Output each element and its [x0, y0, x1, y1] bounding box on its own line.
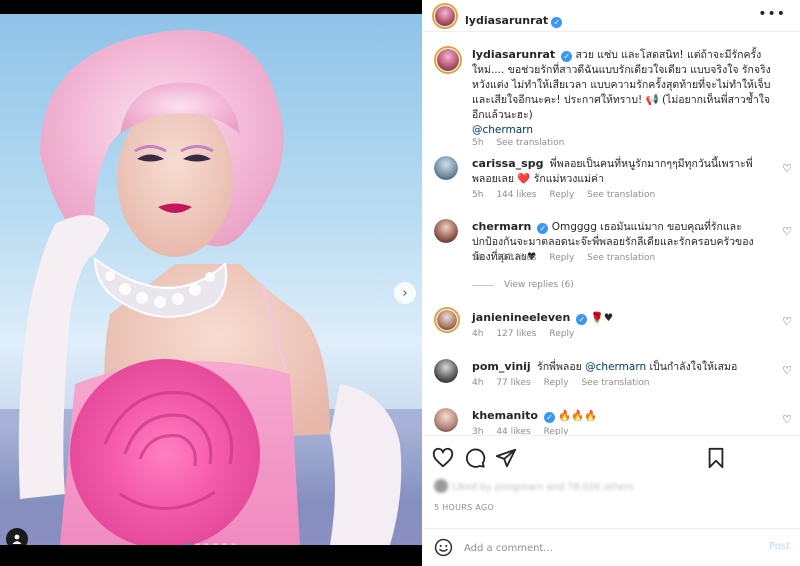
user-tag-button[interactable] — [6, 528, 28, 545]
comment-text: รักพี่พลอย — [537, 361, 582, 373]
comment-meta: 4h 127 likes Reply — [472, 329, 584, 339]
comment-likes[interactable]: 77 likes — [496, 378, 530, 388]
post-media: › — [0, 0, 422, 566]
commenter-avatar[interactable] — [434, 307, 460, 333]
comment-text: 🔥🔥🔥 — [558, 410, 598, 422]
reply-button[interactable]: Reply — [544, 378, 569, 388]
reply-button[interactable]: Reply — [549, 190, 574, 200]
comment-mention-link[interactable]: @chermarn — [585, 361, 646, 373]
view-replies-label: View replies (6) — [504, 280, 574, 290]
comment-likes[interactable]: 44 likes — [496, 427, 530, 435]
likes-summary[interactable]: Liked by pimgmarn and 78,026 others — [434, 479, 634, 493]
post-photo[interactable]: › — [0, 14, 422, 545]
like-comment-button[interactable]: ♡ — [782, 364, 792, 377]
reply-button[interactable]: Reply — [549, 329, 574, 339]
caption-time: 5h — [472, 138, 484, 148]
post-panel: lydiasarunrat ✓ ••• lydiasarunrat ✓ สวย แซ… — [422, 0, 800, 566]
bookmark-icon[interactable] — [705, 447, 727, 469]
like-comment-button[interactable]: ♡ — [782, 225, 792, 238]
more-horizontal-icon: ••• — [758, 6, 786, 22]
post-header: lydiasarunrat ✓ ••• — [422, 0, 800, 32]
verified-badge-icon: ✓ — [561, 51, 573, 62]
comment-meta: 3h 325 likes Reply See translation — [472, 253, 665, 263]
comment-likes[interactable]: 127 likes — [496, 329, 536, 339]
comment-time: 3h — [472, 253, 484, 263]
comment-body: janienineeleven ✓ 🌹♥ — [472, 310, 772, 326]
commenter-avatar[interactable] — [434, 156, 458, 180]
replies-divider-line — [472, 284, 494, 286]
verified-badge-icon: ✓ — [543, 412, 555, 423]
comment-meta: 5h 144 likes Reply See translation — [472, 190, 665, 200]
emoji-icon[interactable] — [434, 538, 453, 557]
portrait-illustration — [0, 30, 422, 545]
heart-icon[interactable] — [432, 447, 454, 469]
see-translation-link[interactable]: See translation — [587, 190, 655, 200]
comment-meta: 4h 77 likes Reply See translation — [472, 378, 659, 388]
heart-outline-icon: ♡ — [782, 315, 792, 328]
heart-outline-icon: ♡ — [782, 413, 792, 426]
comment-text-after: เป็นกำลังใจให้เสมอ — [649, 361, 738, 373]
post-timestamp[interactable]: 5 HOURS AGO — [434, 503, 494, 512]
chevron-right-icon: › — [402, 285, 408, 301]
caption-avatar[interactable] — [434, 46, 462, 74]
comment-username[interactable]: carissa_spg — [472, 157, 543, 170]
comment-time: 4h — [472, 378, 484, 388]
comment-time: 4h — [472, 329, 484, 339]
heart-outline-icon: ♡ — [782, 162, 792, 175]
more-options-button[interactable]: ••• — [758, 6, 786, 22]
see-translation-link[interactable]: See translation — [581, 378, 649, 388]
comment-likes[interactable]: 144 likes — [496, 190, 536, 200]
liker-avatar — [434, 479, 448, 493]
comment-input[interactable] — [464, 538, 754, 558]
like-comment-button[interactable]: ♡ — [782, 315, 792, 328]
comment-meta: 3h 44 likes Reply — [472, 427, 579, 435]
post-actions — [422, 435, 800, 479]
like-comment-button[interactable]: ♡ — [782, 162, 792, 175]
comment-likes[interactable]: 325 likes — [496, 253, 536, 263]
carousel-next-button[interactable]: › — [394, 282, 416, 304]
author-username[interactable]: lydiasarunrat — [465, 14, 548, 27]
likes-summary-text: Liked by pimgmarn and 78,026 others — [452, 482, 634, 493]
see-translation-link[interactable]: See translation — [587, 253, 655, 263]
user-tag-icon — [12, 534, 22, 544]
heart-outline-icon: ♡ — [782, 225, 792, 238]
comment-username[interactable]: khemanito — [472, 409, 538, 422]
comment-body: khemanito ✓ 🔥🔥🔥 — [472, 408, 772, 424]
author-avatar[interactable] — [432, 3, 458, 29]
comment-body: pom_vinij รักพี่พลอย @chermarn เป็นกำลัง… — [472, 359, 772, 375]
caption-meta: 5h See translation — [472, 138, 574, 148]
comment-time: 5h — [472, 190, 484, 200]
comments-list[interactable]: lydiasarunrat ✓ สวย แซ่บ และโสดสนิท! แต่ถ… — [422, 33, 800, 435]
verified-badge-icon: ✓ — [537, 223, 549, 234]
verified-badge-icon: ✓ — [551, 17, 563, 28]
comment-username[interactable]: pom_vinij — [472, 360, 531, 373]
comment-body: carissa_spg พี่พลอยเป็นคนที่หนูรักมากๆๆม… — [472, 156, 772, 187]
view-replies-link[interactable]: View replies (6) — [472, 280, 574, 290]
add-comment-bar: Post — [422, 528, 800, 566]
commenter-avatar[interactable] — [434, 359, 458, 383]
caption-body: lydiasarunrat ✓ สวย แซ่บ และโสดสนิท! แต่ถ… — [472, 47, 772, 138]
share-icon[interactable] — [495, 447, 517, 469]
see-translation-link[interactable]: See translation — [496, 138, 564, 148]
media-bottom-bar — [0, 545, 422, 566]
commenter-avatar[interactable] — [434, 219, 458, 243]
comment-username[interactable]: chermarn — [472, 220, 531, 233]
comment-icon[interactable] — [464, 447, 486, 469]
caption-mention-link[interactable]: @chermarn — [472, 124, 533, 136]
media-top-bar — [0, 0, 422, 14]
heart-outline-icon: ♡ — [782, 364, 792, 377]
post-comment-button[interactable]: Post — [769, 541, 790, 552]
comment-text: 🌹♥ — [590, 312, 614, 324]
commenter-avatar[interactable] — [434, 408, 458, 432]
like-comment-button[interactable]: ♡ — [782, 413, 792, 426]
comment-username[interactable]: janienineeleven — [472, 311, 570, 324]
author-name-wrap: lydiasarunrat ✓ — [465, 9, 563, 28]
reply-button[interactable]: Reply — [549, 253, 574, 263]
verified-badge-icon: ✓ — [576, 314, 588, 325]
comment-time: 3h — [472, 427, 484, 435]
caption-username[interactable]: lydiasarunrat — [472, 48, 555, 61]
reply-button[interactable]: Reply — [544, 427, 569, 435]
